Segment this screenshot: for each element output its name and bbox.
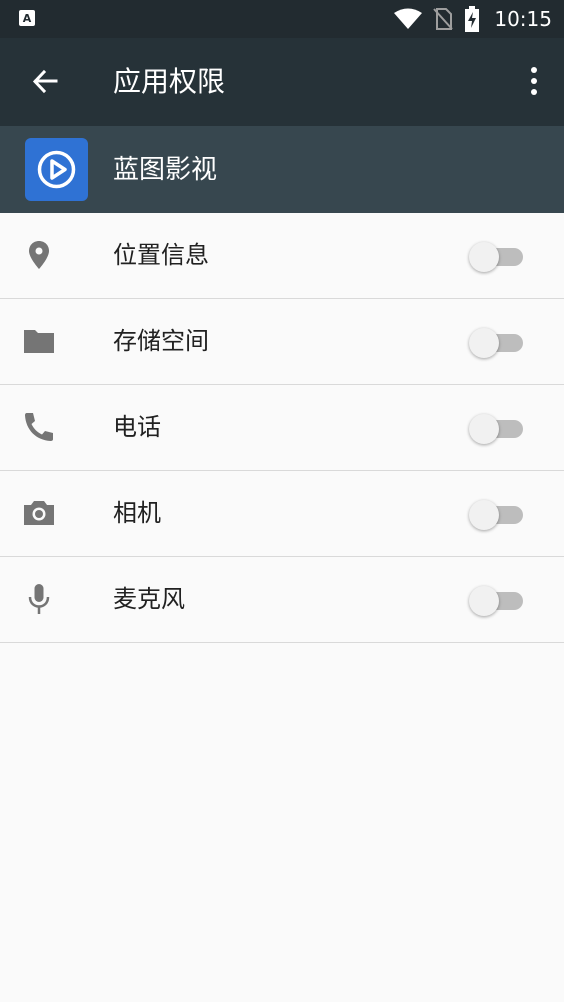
notification-a-icon: A xyxy=(19,10,35,26)
toggle-thumb xyxy=(469,586,499,616)
permission-row-location[interactable]: 位置信息 xyxy=(0,213,564,299)
permission-toggle[interactable] xyxy=(469,326,525,358)
microphone-icon xyxy=(28,584,50,614)
camera-icon xyxy=(24,501,54,525)
app-header: 蓝图影视 xyxy=(0,126,564,213)
toggle-thumb xyxy=(469,500,499,530)
phone-icon xyxy=(25,413,53,441)
wifi-icon xyxy=(394,8,423,29)
app-name: 蓝图影视 xyxy=(113,155,218,185)
status-icons: 10:15 xyxy=(394,6,552,32)
folder-icon xyxy=(24,330,54,353)
toggle-thumb xyxy=(469,328,499,358)
toggle-thumb xyxy=(469,414,499,444)
permission-row-microphone[interactable]: 麦克风 xyxy=(0,557,564,643)
permission-label: 相机 xyxy=(113,499,161,527)
permission-label: 存储空间 xyxy=(113,327,209,355)
permission-row-storage[interactable]: 存储空间 xyxy=(0,299,564,385)
battery-charging-icon xyxy=(465,6,480,32)
page-title: 应用权限 xyxy=(113,65,226,98)
permission-label: 位置信息 xyxy=(113,241,209,269)
svg-text:A: A xyxy=(23,12,32,25)
permission-toggle[interactable] xyxy=(469,498,525,530)
permission-list: 位置信息 存储空间 电话 相机 麦克风 xyxy=(0,213,564,643)
no-sim-icon xyxy=(433,8,454,30)
arrow-back-icon[interactable] xyxy=(24,62,64,102)
toggle-thumb xyxy=(469,242,499,272)
play-logo-icon xyxy=(25,138,88,201)
location-icon xyxy=(29,241,49,269)
more-vert-icon[interactable] xyxy=(520,62,548,102)
toolbar: 应用权限 xyxy=(0,38,564,126)
permission-toggle[interactable] xyxy=(469,240,525,272)
status-bar: A 10:15 xyxy=(0,0,564,38)
permission-toggle[interactable] xyxy=(469,584,525,616)
permission-label: 麦克风 xyxy=(113,585,185,613)
permission-toggle[interactable] xyxy=(469,412,525,444)
permission-label: 电话 xyxy=(113,413,161,441)
permission-row-camera[interactable]: 相机 xyxy=(0,471,564,557)
status-time: 10:15 xyxy=(494,7,552,31)
permission-row-phone[interactable]: 电话 xyxy=(0,385,564,471)
